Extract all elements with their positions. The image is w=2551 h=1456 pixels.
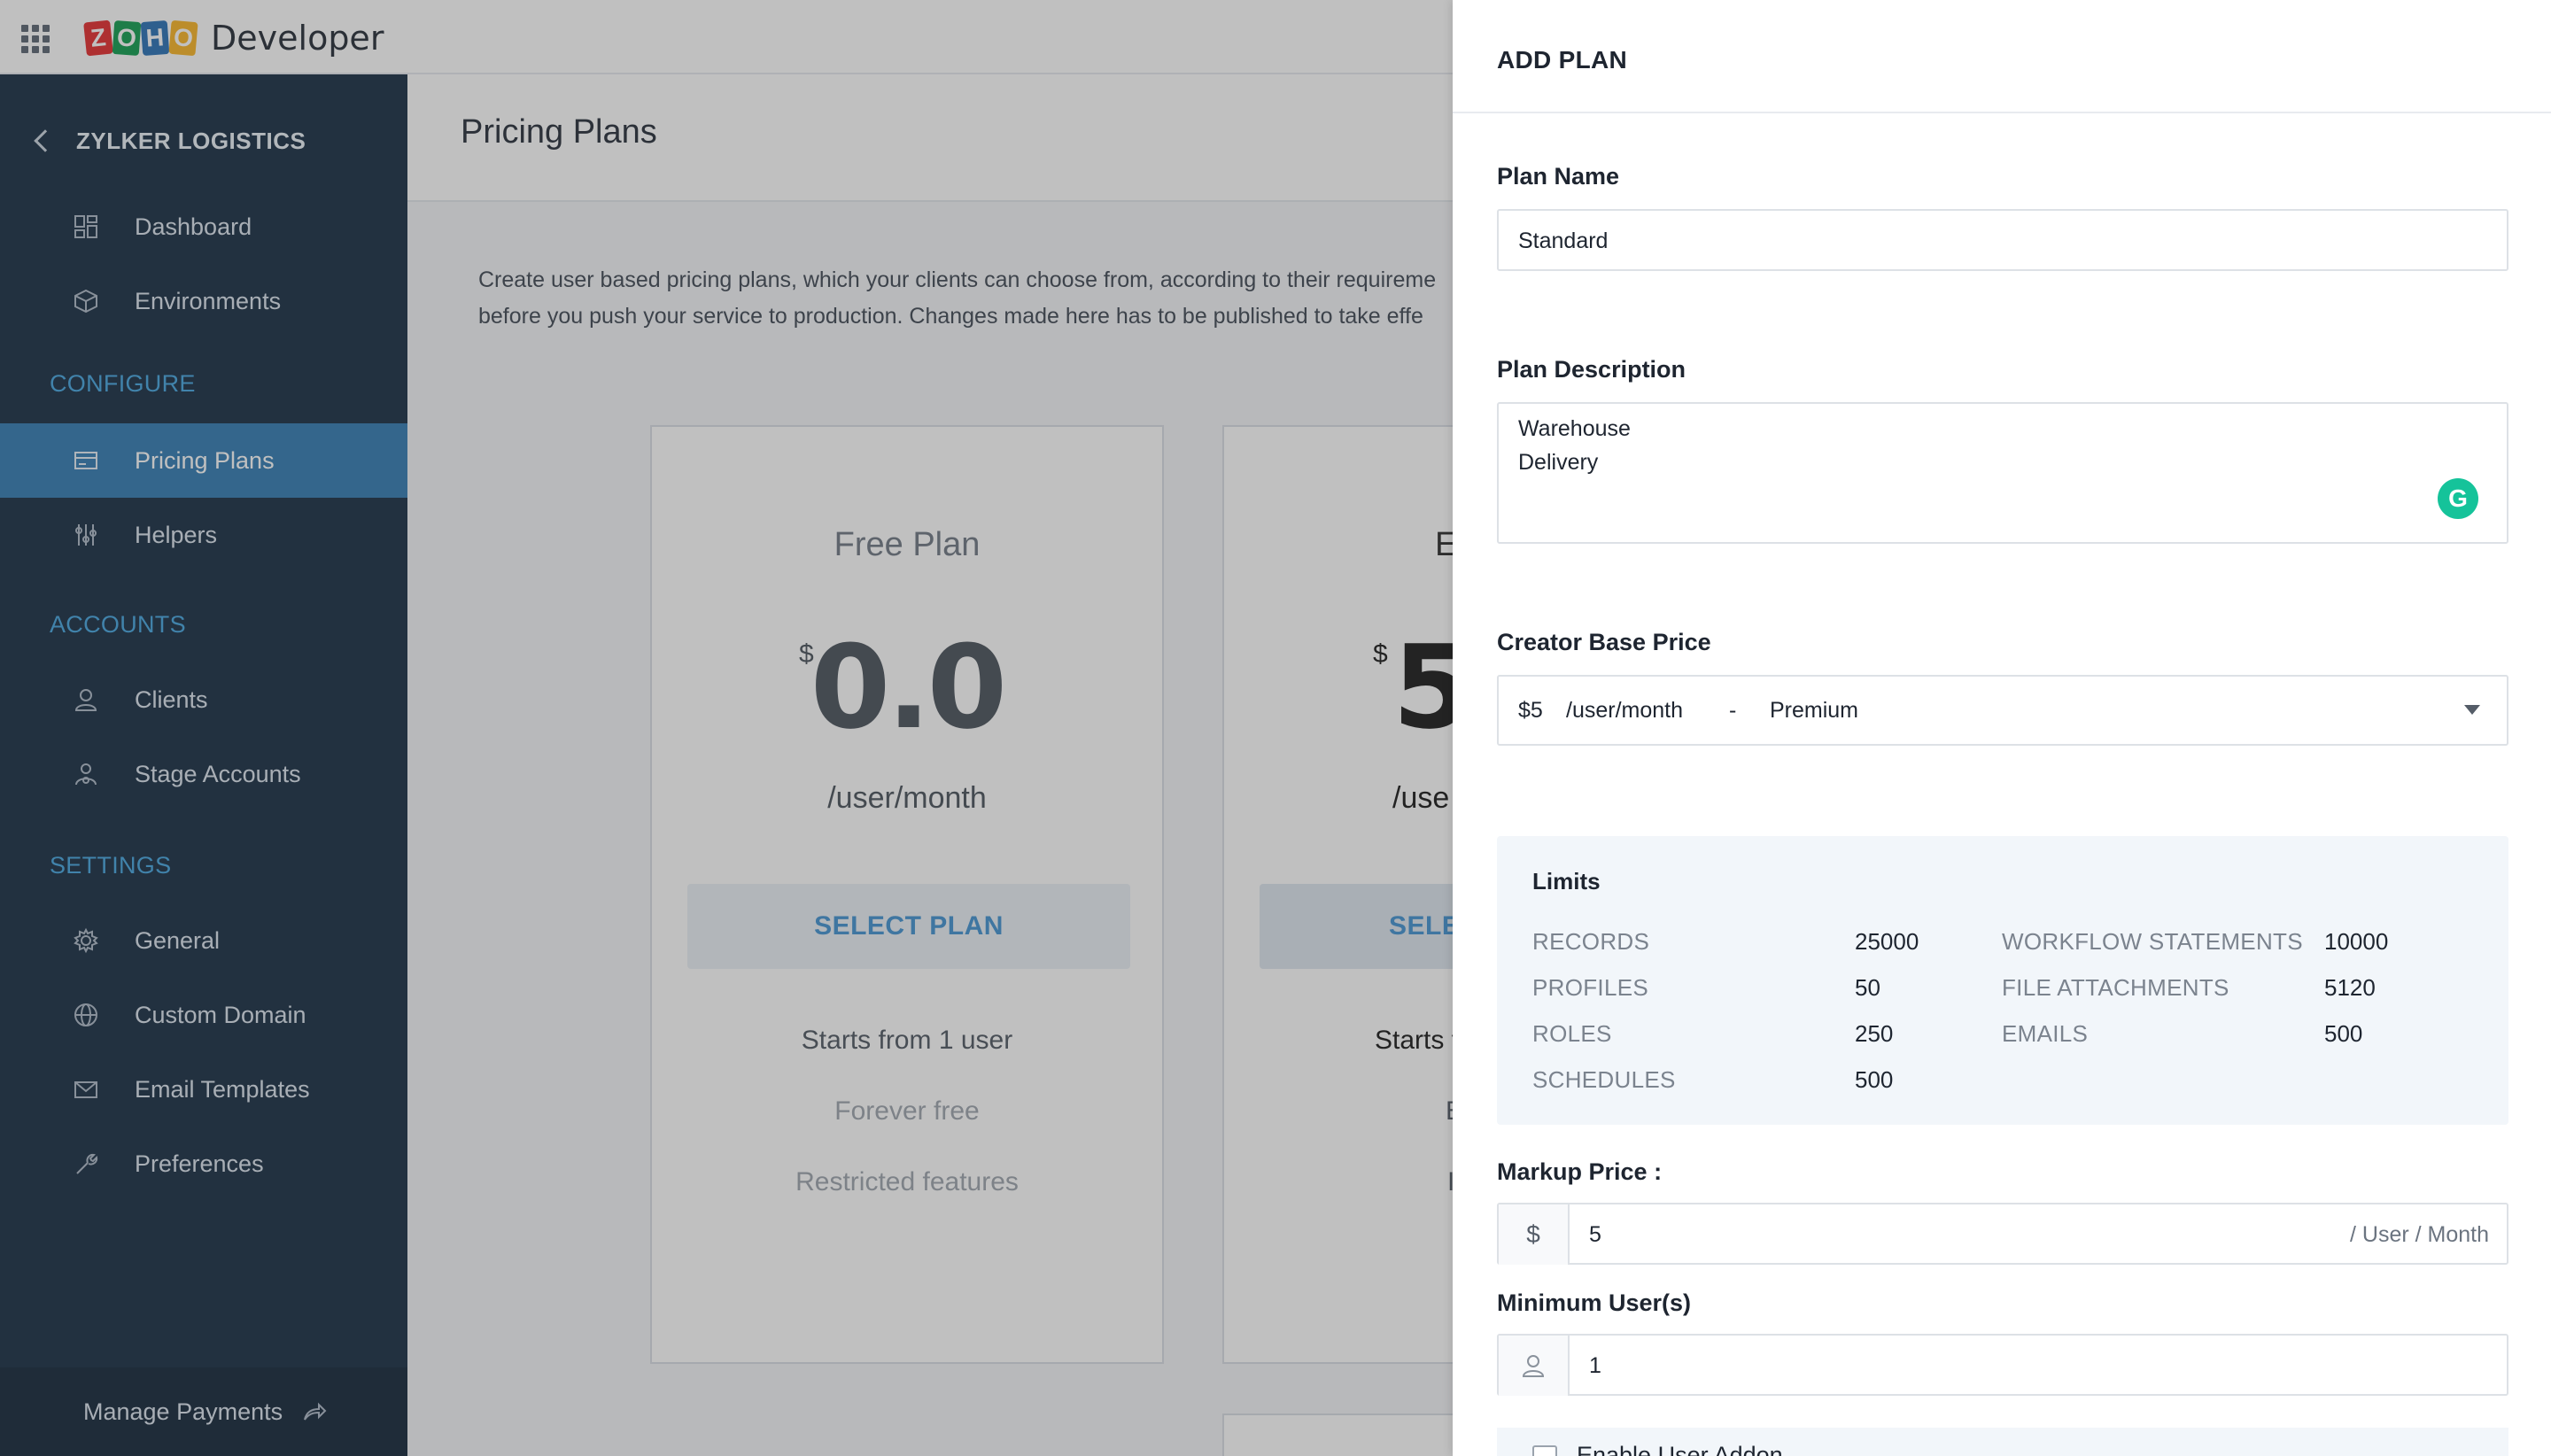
panel-header: ADD PLAN <box>1453 0 2551 113</box>
minimum-users-label: Minimum User(s) <box>1497 1289 1692 1316</box>
creator-base-price-label: Creator Base Price <box>1497 629 1711 655</box>
limit-value: 250 <box>1855 1020 1894 1047</box>
limit-value: 10000 <box>2324 928 2389 955</box>
plan-description-line: Warehouse <box>1518 416 1631 441</box>
base-price-edition: Premium <box>1770 698 1859 723</box>
minimum-users-input[interactable]: 1 <box>1497 1334 2508 1396</box>
base-price-amount: $5 <box>1518 698 1543 723</box>
limit-value: 500 <box>2324 1020 2363 1047</box>
limit-name: PROFILES <box>1532 974 1648 1001</box>
plan-name-input[interactable]: Standard <box>1497 209 2508 271</box>
base-price-separator: - <box>1729 698 1737 723</box>
limit-name: ROLES <box>1532 1020 1612 1047</box>
base-price-unit: /user/month <box>1566 698 1684 723</box>
minimum-users-value: 1 <box>1589 1353 1601 1378</box>
limit-name: FILE ATTACHMENTS <box>2002 974 2229 1001</box>
limits-title: Limits <box>1532 868 1601 895</box>
limit-name: SCHEDULES <box>1532 1066 1676 1093</box>
chevron-down-icon <box>2464 705 2480 715</box>
add-plan-panel: ADD PLAN Plan Name Standard Plan Descrip… <box>1453 0 2551 1456</box>
enable-user-addon-row: Enable User Addon <box>1497 1428 2508 1456</box>
markup-price-value: 5 <box>1589 1222 1601 1247</box>
limit-name: WORKFLOW STATEMENTS <box>2002 928 2303 955</box>
enable-user-addon-checkbox[interactable] <box>1532 1445 1557 1456</box>
markup-price-suffix: / User / Month <box>2350 1222 2489 1247</box>
currency-addon: $ <box>1499 1204 1570 1265</box>
limit-value: 50 <box>1855 974 1880 1001</box>
modal-backdrop[interactable] <box>0 0 1453 1456</box>
markup-price-input[interactable]: $ 5 / User / Month <box>1497 1203 2508 1265</box>
plan-description-textarea[interactable]: Warehouse Delivery G <box>1497 402 2508 544</box>
markup-price-label: Markup Price : <box>1497 1158 1663 1185</box>
panel-title: ADD PLAN <box>1497 46 1628 74</box>
limit-value: 500 <box>1855 1066 1894 1093</box>
plan-name-label: Plan Name <box>1497 163 1620 190</box>
plan-description-label: Plan Description <box>1497 356 1686 383</box>
limits-panel: Limits RECORDS 25000 PROFILES 50 ROLES 2… <box>1497 836 2508 1125</box>
limit-name: EMAILS <box>2002 1020 2089 1047</box>
limit-value: 25000 <box>1855 928 1919 955</box>
enable-user-addon-label: Enable User Addon <box>1577 1442 1783 1456</box>
limit-name: RECORDS <box>1532 928 1650 955</box>
plan-description-line: Delivery <box>1518 450 1599 475</box>
limit-value: 5120 <box>2324 974 2376 1001</box>
creator-base-price-select[interactable]: $5 /user/month - Premium <box>1497 675 2508 746</box>
grammarly-icon[interactable]: G <box>2438 478 2478 519</box>
user-icon <box>1499 1336 1570 1396</box>
plan-name-value: Standard <box>1518 228 1609 253</box>
